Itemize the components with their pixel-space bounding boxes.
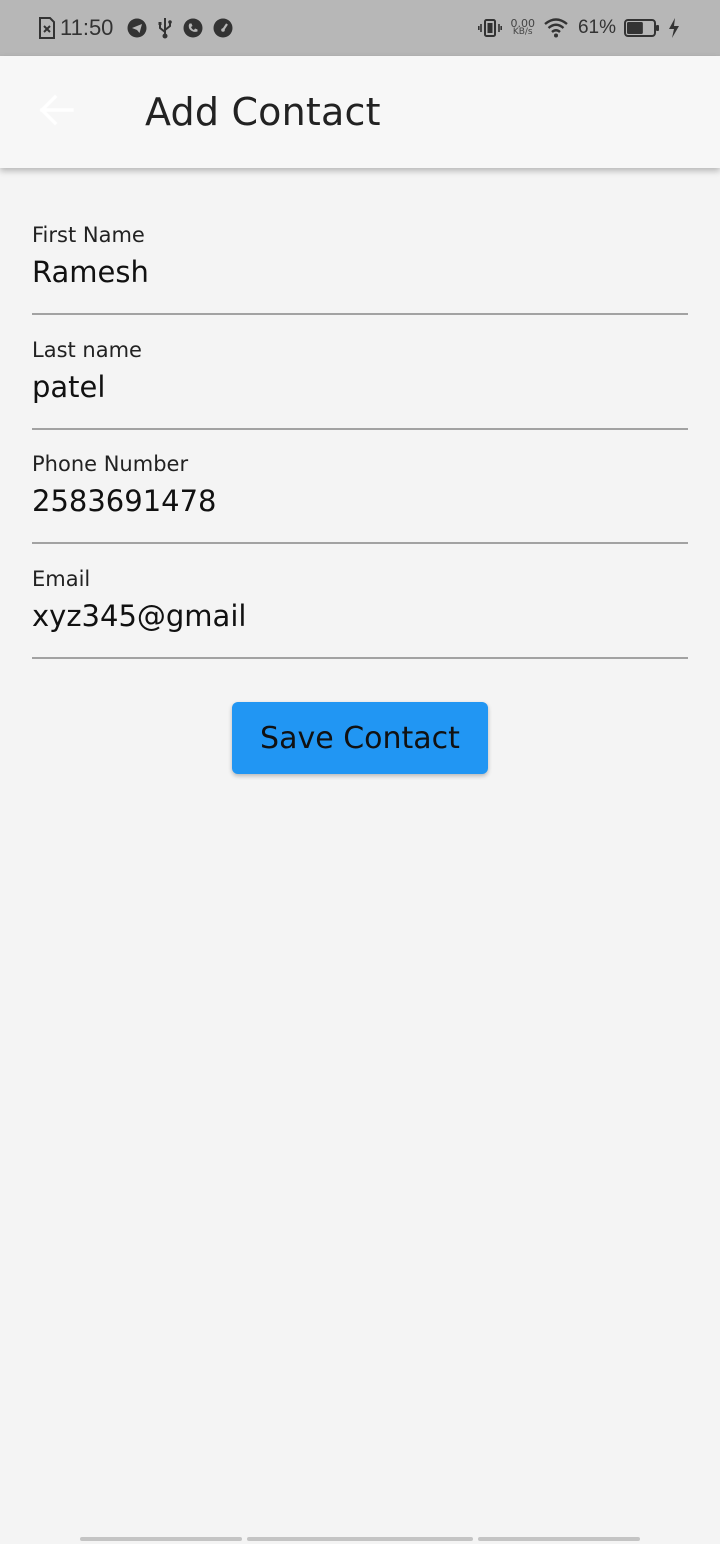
vibrate-icon <box>478 18 503 38</box>
first-name-label: First Name <box>32 223 145 247</box>
phone-number-label: Phone Number <box>32 452 189 476</box>
status-right-group: 0.00 KB/s 61% <box>478 12 680 44</box>
last-name-label: Last name <box>32 338 142 362</box>
email-field[interactable] <box>32 596 688 636</box>
arrow-back-icon <box>38 94 74 130</box>
battery-icon <box>624 19 660 37</box>
charging-icon <box>668 18 680 38</box>
first-name-field-group: First Name <box>32 168 688 315</box>
nav-hint-right <box>478 1537 640 1541</box>
last-name-field-group: Last name <box>32 283 688 430</box>
status-time: 11:50 <box>60 15 114 40</box>
save-contact-button[interactable]: Save Contact <box>232 702 488 774</box>
speedometer-icon <box>213 18 233 38</box>
email-label: Email <box>32 567 91 591</box>
status-left-group: 11:50 <box>38 12 233 44</box>
network-speed-unit: KB/s <box>512 27 533 37</box>
email-field-group: Email <box>32 512 688 659</box>
page-title: Add Contact <box>145 90 381 134</box>
network-speed: 0.00 KB/s <box>510 18 535 37</box>
save-contact-label: Save Contact <box>260 720 460 756</box>
telegram-icon <box>127 18 147 38</box>
nav-hint-left <box>80 1537 242 1541</box>
email-underline <box>32 657 688 659</box>
status-bar: 11:50 0.00 KB/s 61% <box>0 0 720 56</box>
phone-icon <box>183 18 203 38</box>
wifi-icon <box>544 18 568 38</box>
app-bar: Add Contact <box>0 56 720 168</box>
usb-icon <box>157 17 173 39</box>
nav-hint-center <box>247 1537 473 1541</box>
sim-error-icon <box>38 17 56 39</box>
phone-number-field-group: Phone Number <box>32 397 688 544</box>
battery-percent: 61% <box>577 17 616 38</box>
back-button[interactable] <box>28 84 84 140</box>
